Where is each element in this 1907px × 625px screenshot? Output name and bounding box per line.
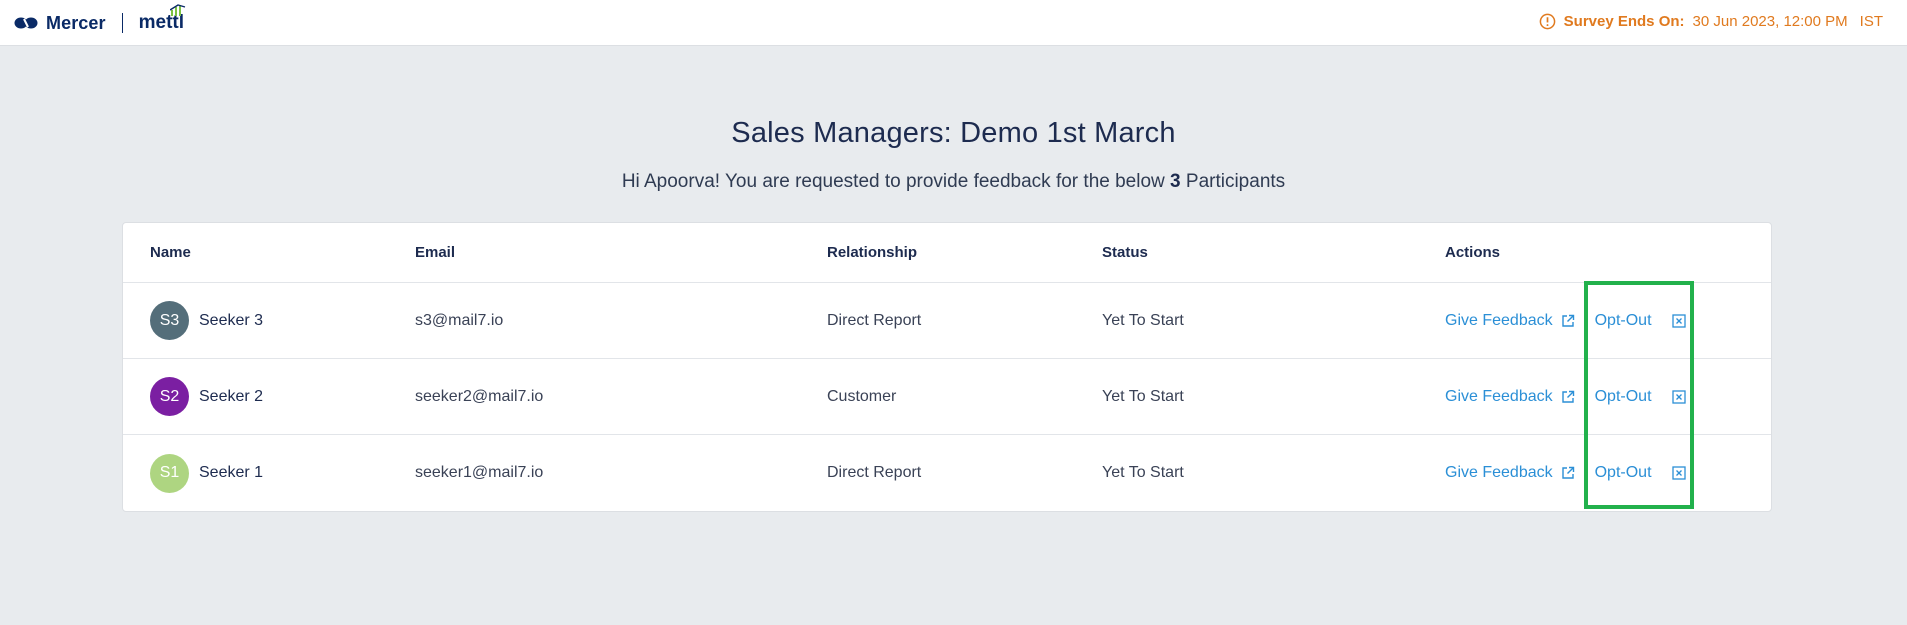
- table-row: S2 Seeker 2 seeker2@mail7.io Customer Ye…: [123, 359, 1771, 435]
- participant-name-cell: S3 Seeker 3: [150, 283, 263, 358]
- close-box-icon: [1671, 466, 1686, 480]
- avatar-initials: S2: [159, 387, 180, 405]
- give-feedback-link[interactable]: Give Feedback: [1445, 388, 1575, 406]
- participant-relationship: Customer: [827, 387, 897, 405]
- top-bar: Mercer mettl Survey Ends On: 30 Jun 2023…: [0, 0, 1907, 46]
- subtitle-suffix: Participants: [1185, 171, 1286, 192]
- participant-name-cell: S2 Seeker 2: [150, 359, 263, 434]
- opt-out-link[interactable]: Opt-Out: [1595, 388, 1686, 406]
- close-box-icon: [1671, 313, 1686, 328]
- deadline-label: Survey Ends On:: [1563, 13, 1685, 30]
- deadline-value: 30 Jun 2023, 12:00 PM: [1692, 13, 1848, 30]
- brand-mettl-text: mettl: [139, 4, 186, 34]
- opt-out-label: Opt-Out: [1594, 464, 1652, 481]
- deadline-timezone: IST: [1859, 13, 1883, 30]
- participant-email: s3@mail7.io: [415, 311, 504, 329]
- give-feedback-label: Give Feedback: [1445, 387, 1553, 405]
- participant-relationship: Direct Report: [827, 311, 922, 329]
- page-title: Sales Managers: Demo 1st March: [731, 117, 1176, 149]
- column-header-name: Name: [150, 244, 191, 261]
- opt-out-link[interactable]: Opt-Out: [1595, 312, 1686, 330]
- column-header-status: Status: [1102, 244, 1148, 261]
- participant-actions: Give Feedback Opt-Out: [1445, 359, 1686, 434]
- clock-alert-icon: [1539, 13, 1555, 30]
- participant-email: seeker2@mail7.io: [415, 387, 544, 405]
- external-link-icon: [1561, 466, 1574, 479]
- avatar: S2: [150, 377, 189, 416]
- avatar-initials: S1: [159, 464, 180, 481]
- external-link-icon: [1561, 314, 1574, 327]
- column-header-email: Email: [415, 244, 456, 261]
- give-feedback-link[interactable]: Give Feedback: [1445, 464, 1575, 482]
- subtitle-prefix: Hi Apoorva! You are requested to provide…: [621, 171, 1165, 192]
- participant-name: Seeker 3: [199, 311, 264, 329]
- avatar: S1: [150, 453, 189, 493]
- external-link-icon: [1561, 390, 1574, 403]
- column-header-relationship: Relationship: [827, 244, 918, 261]
- give-feedback-link[interactable]: Give Feedback: [1445, 312, 1575, 330]
- opt-out-label: Opt-Out: [1594, 387, 1652, 405]
- participant-count: 3: [1170, 171, 1181, 192]
- participant-actions: Give Feedback Opt-Out: [1445, 435, 1686, 511]
- opt-out-label: Opt-Out: [1594, 311, 1652, 329]
- avatar: S3: [150, 301, 189, 340]
- table-row: S3 Seeker 3 s3@mail7.io Direct Report Ye…: [123, 283, 1771, 359]
- brand-logo[interactable]: Mercer mettl: [14, 4, 186, 36]
- avatar-initials: S3: [159, 311, 180, 329]
- participants-table: Name Email Relationship Status Actions S…: [122, 222, 1772, 512]
- participant-email: seeker1@mail7.io: [415, 464, 544, 481]
- participant-name-cell: S1 Seeker 1: [150, 435, 263, 511]
- give-feedback-label: Give Feedback: [1445, 311, 1553, 329]
- participant-relationship: Direct Report: [827, 464, 922, 481]
- page-subtitle: Hi Apoorva! You are requested to provide…: [0, 171, 1907, 193]
- participant-status: Yet To Start: [1102, 387, 1184, 405]
- participant-name: Seeker 1: [199, 464, 264, 481]
- participant-actions: Give Feedback Opt-Out: [1445, 283, 1686, 358]
- column-header-actions: Actions: [1445, 244, 1501, 261]
- brand-mercer-text: Mercer: [46, 12, 106, 33]
- table-header: Name Email Relationship Status Actions: [123, 223, 1771, 283]
- mettl-bars-icon: [170, 4, 186, 16]
- close-box-icon: [1671, 389, 1686, 404]
- mercer-logo-icon: [14, 17, 38, 29]
- give-feedback-label: Give Feedback: [1445, 464, 1553, 481]
- opt-out-link[interactable]: Opt-Out: [1595, 464, 1686, 482]
- participant-name: Seeker 2: [199, 387, 264, 405]
- brand-divider: [121, 13, 123, 33]
- survey-deadline: Survey Ends On: 30 Jun 2023, 12:00 PM IS…: [1539, 13, 1883, 30]
- participant-status: Yet To Start: [1102, 311, 1184, 329]
- participant-status: Yet To Start: [1102, 464, 1184, 481]
- table-row: S1 Seeker 1 seeker1@mail7.io Direct Repo…: [123, 435, 1771, 511]
